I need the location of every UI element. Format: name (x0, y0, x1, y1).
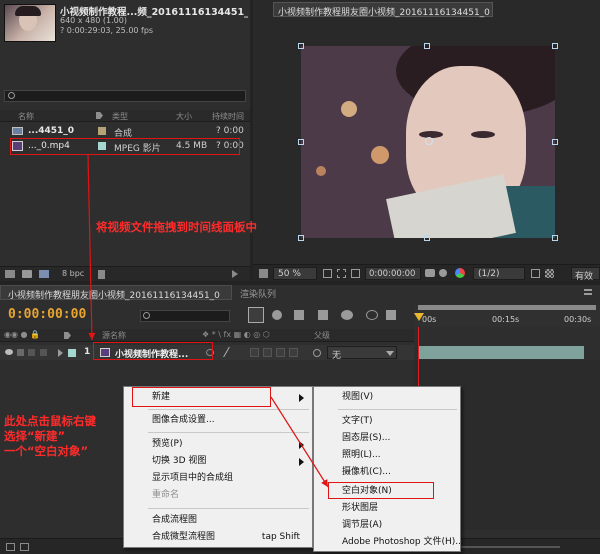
annotation-arrows (87, 154, 329, 488)
submenu-arrow (270, 396, 329, 488)
drag-arrow (87, 154, 96, 341)
